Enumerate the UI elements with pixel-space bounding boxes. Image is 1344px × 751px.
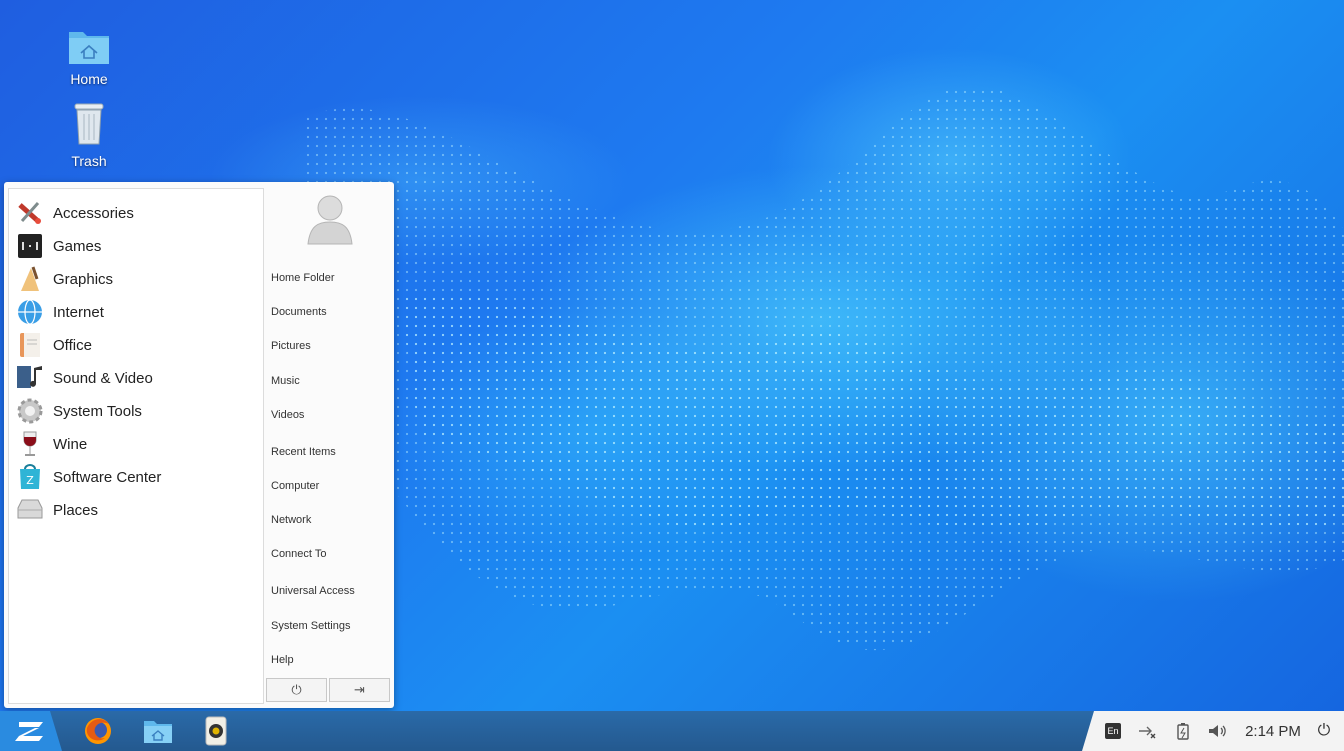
- accessories-icon: [15, 198, 45, 228]
- places-icon: [15, 495, 45, 525]
- zorin-logo-icon: [15, 722, 43, 741]
- power-icon: ⏻: [1317, 722, 1331, 739]
- file-manager-icon: [144, 721, 172, 743]
- user-avatar-icon: [307, 195, 353, 245]
- category-accessories[interactable]: Accessories: [15, 197, 255, 229]
- category-software-center[interactable]: Z Software Center: [15, 461, 255, 493]
- place-universal-access[interactable]: Universal Access: [271, 585, 355, 597]
- logout-icon: ⇥: [354, 682, 365, 697]
- volume-icon[interactable]: [1206, 721, 1228, 741]
- category-places[interactable]: Places: [15, 494, 255, 526]
- taskbar-file-manager[interactable]: [142, 715, 174, 747]
- keyboard-layout-indicator[interactable]: En: [1102, 721, 1124, 741]
- category-games[interactable]: Games: [15, 230, 255, 262]
- start-menu-button[interactable]: [0, 711, 62, 751]
- category-system-tools[interactable]: System Tools: [15, 395, 255, 427]
- category-wine[interactable]: Wine: [15, 428, 255, 460]
- category-office[interactable]: Office: [15, 329, 255, 361]
- clock[interactable]: 2:14 PM: [1242, 721, 1304, 741]
- internet-icon: [15, 297, 45, 327]
- games-icon: [15, 231, 45, 261]
- wine-icon: [15, 429, 45, 459]
- system-tools-icon: [15, 396, 45, 426]
- desktop-icon-home[interactable]: Home: [54, 26, 124, 87]
- software-center-icon: Z: [15, 462, 45, 492]
- place-videos[interactable]: Videos: [271, 409, 304, 421]
- category-internet[interactable]: Internet: [15, 296, 255, 328]
- user-avatar[interactable]: [306, 190, 354, 246]
- logout-button[interactable]: ⇥: [329, 678, 390, 702]
- desktop-icon-label: Home: [70, 71, 108, 87]
- taskbar-audio-player[interactable]: [200, 715, 232, 747]
- firefox-icon: [85, 718, 111, 744]
- home-folder-icon: [69, 32, 109, 64]
- category-sound-video[interactable]: Sound & Video: [15, 362, 255, 394]
- battery-icon[interactable]: [1172, 721, 1194, 741]
- place-network[interactable]: Network: [271, 514, 311, 526]
- session-buttons: ⏻ ⇥: [266, 678, 390, 702]
- category-list: Accessories Games Graphics Internet Offi…: [8, 188, 264, 704]
- svg-text:Z: Z: [26, 474, 34, 487]
- place-home-folder[interactable]: Home Folder: [271, 272, 335, 284]
- office-icon: [15, 330, 45, 360]
- taskbar-firefox[interactable]: [82, 715, 114, 747]
- trash-icon: [74, 103, 104, 145]
- audio-player-icon: [205, 716, 227, 746]
- place-help[interactable]: Help: [271, 654, 294, 666]
- power-menu-button[interactable]: ⏻: [1314, 721, 1334, 741]
- shutdown-button[interactable]: ⏻: [266, 678, 327, 702]
- place-music[interactable]: Music: [271, 375, 300, 387]
- places-panel: Home Folder Documents Pictures Music Vid…: [266, 188, 390, 702]
- graphics-icon: [15, 264, 45, 294]
- taskbar: En 2:14 PM ⏻: [0, 711, 1344, 751]
- place-system-settings[interactable]: System Settings: [271, 620, 350, 632]
- place-recent-items[interactable]: Recent Items: [271, 446, 336, 458]
- network-icon[interactable]: [1136, 721, 1158, 741]
- place-documents[interactable]: Documents: [271, 306, 327, 318]
- place-pictures[interactable]: Pictures: [271, 340, 311, 352]
- category-graphics[interactable]: Graphics: [15, 263, 255, 295]
- system-tray: En 2:14 PM ⏻: [1082, 711, 1344, 751]
- place-connect-to[interactable]: Connect To: [271, 548, 326, 560]
- desktop-icon-label: Trash: [71, 153, 107, 169]
- desktop-icon-trash[interactable]: Trash: [54, 100, 124, 169]
- sound-video-icon: [15, 363, 45, 393]
- place-computer[interactable]: Computer: [271, 480, 319, 492]
- power-icon: ⏻: [291, 682, 302, 697]
- application-menu: Accessories Games Graphics Internet Offi…: [4, 182, 394, 708]
